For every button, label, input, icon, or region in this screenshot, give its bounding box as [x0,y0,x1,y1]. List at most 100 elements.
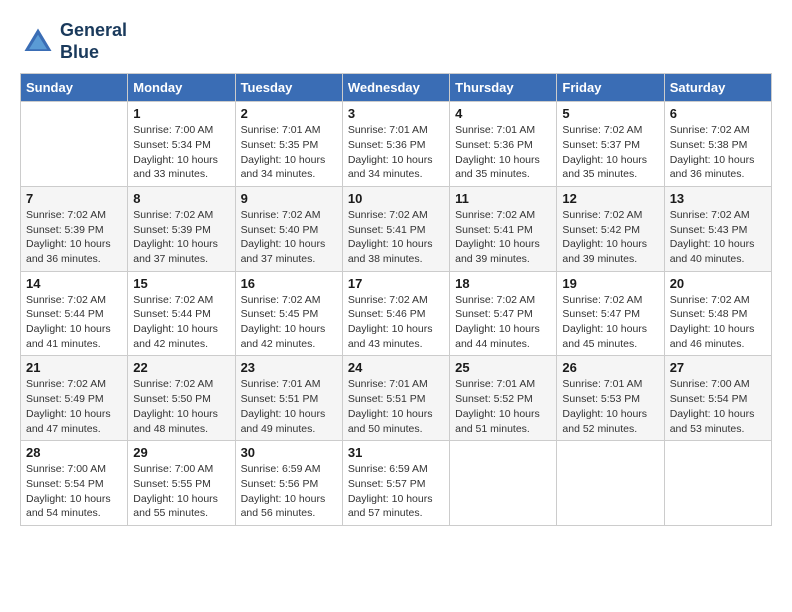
calendar-cell: 7 Sunrise: 7:02 AMSunset: 5:39 PMDaylight… [21,186,128,271]
day-info: Sunrise: 7:02 AMSunset: 5:49 PMDaylight:… [26,377,122,436]
calendar-table: SundayMondayTuesdayWednesdayThursdayFrid… [20,73,772,526]
calendar-cell: 4 Sunrise: 7:01 AMSunset: 5:36 PMDaylight… [450,102,557,187]
weekday-header-tuesday: Tuesday [235,74,342,102]
day-number: 28 [26,445,122,460]
day-info: Sunrise: 6:59 AMSunset: 5:56 PMDaylight:… [241,462,337,521]
weekday-header-saturday: Saturday [664,74,771,102]
weekday-header-thursday: Thursday [450,74,557,102]
day-info: Sunrise: 7:02 AMSunset: 5:47 PMDaylight:… [562,293,658,352]
day-number: 14 [26,276,122,291]
day-info: Sunrise: 7:00 AMSunset: 5:54 PMDaylight:… [26,462,122,521]
calendar-cell: 3 Sunrise: 7:01 AMSunset: 5:36 PMDaylight… [342,102,449,187]
day-info: Sunrise: 7:02 AMSunset: 5:42 PMDaylight:… [562,208,658,267]
day-info: Sunrise: 7:02 AMSunset: 5:47 PMDaylight:… [455,293,551,352]
calendar-cell: 12Sunrise: 7:02 AMSunset: 5:42 PMDayligh… [557,186,664,271]
calendar-cell [21,102,128,187]
day-number: 26 [562,360,658,375]
calendar-week-row: 28 Sunrise: 7:00 AMSunset: 5:54 PMDayligh… [21,441,772,526]
weekday-header-friday: Friday [557,74,664,102]
calendar-week-row: 1 Sunrise: 7:00 AMSunset: 5:34 PMDaylight… [21,102,772,187]
calendar-cell: 23 Sunrise: 7:01 AMSunset: 5:51 PMDayligh… [235,356,342,441]
day-info: Sunrise: 7:02 AMSunset: 5:40 PMDaylight:… [241,208,337,267]
day-number: 9 [241,191,337,206]
logo-icon [20,24,56,60]
day-info: Sunrise: 7:00 AMSunset: 5:54 PMDaylight:… [670,377,766,436]
day-number: 19 [562,276,658,291]
calendar-week-row: 7 Sunrise: 7:02 AMSunset: 5:39 PMDaylight… [21,186,772,271]
day-info: Sunrise: 7:00 AMSunset: 5:34 PMDaylight:… [133,123,229,182]
calendar-cell: 1 Sunrise: 7:00 AMSunset: 5:34 PMDaylight… [128,102,235,187]
calendar-cell: 9 Sunrise: 7:02 AMSunset: 5:40 PMDaylight… [235,186,342,271]
day-info: Sunrise: 7:01 AMSunset: 5:51 PMDaylight:… [348,377,444,436]
day-info: Sunrise: 7:01 AMSunset: 5:51 PMDaylight:… [241,377,337,436]
day-number: 21 [26,360,122,375]
day-number: 7 [26,191,122,206]
day-info: Sunrise: 7:02 AMSunset: 5:41 PMDaylight:… [348,208,444,267]
calendar-cell: 14 Sunrise: 7:02 AMSunset: 5:44 PMDayligh… [21,271,128,356]
calendar-cell: 19 Sunrise: 7:02 AMSunset: 5:47 PMDayligh… [557,271,664,356]
day-number: 10 [348,191,444,206]
day-info: Sunrise: 7:02 AMSunset: 5:48 PMDaylight:… [670,293,766,352]
calendar-week-row: 14 Sunrise: 7:02 AMSunset: 5:44 PMDayligh… [21,271,772,356]
calendar-header: SundayMondayTuesdayWednesdayThursdayFrid… [21,74,772,102]
day-info: Sunrise: 7:02 AMSunset: 5:44 PMDaylight:… [133,293,229,352]
calendar-cell: 11Sunrise: 7:02 AMSunset: 5:41 PMDayligh… [450,186,557,271]
weekday-header-monday: Monday [128,74,235,102]
day-info: Sunrise: 7:02 AMSunset: 5:38 PMDaylight:… [670,123,766,182]
calendar-cell: 24 Sunrise: 7:01 AMSunset: 5:51 PMDayligh… [342,356,449,441]
day-number: 3 [348,106,444,121]
calendar-cell: 22Sunrise: 7:02 AMSunset: 5:50 PMDayligh… [128,356,235,441]
day-info: Sunrise: 7:02 AMSunset: 5:39 PMDaylight:… [26,208,122,267]
day-info: Sunrise: 7:00 AMSunset: 5:55 PMDaylight:… [133,462,229,521]
day-number: 20 [670,276,766,291]
page-header: General Blue [20,20,772,63]
day-number: 1 [133,106,229,121]
day-number: 30 [241,445,337,460]
day-info: Sunrise: 6:59 AMSunset: 5:57 PMDaylight:… [348,462,444,521]
day-number: 23 [241,360,337,375]
day-number: 13 [670,191,766,206]
day-number: 17 [348,276,444,291]
weekday-header-sunday: Sunday [21,74,128,102]
calendar-week-row: 21 Sunrise: 7:02 AMSunset: 5:49 PMDayligh… [21,356,772,441]
day-number: 2 [241,106,337,121]
day-info: Sunrise: 7:02 AMSunset: 5:37 PMDaylight:… [562,123,658,182]
calendar-cell [450,441,557,526]
day-info: Sunrise: 7:01 AMSunset: 5:36 PMDaylight:… [348,123,444,182]
day-info: Sunrise: 7:01 AMSunset: 5:53 PMDaylight:… [562,377,658,436]
calendar-cell: 13 Sunrise: 7:02 AMSunset: 5:43 PMDayligh… [664,186,771,271]
day-number: 15 [133,276,229,291]
day-info: Sunrise: 7:02 AMSunset: 5:43 PMDaylight:… [670,208,766,267]
day-number: 18 [455,276,551,291]
calendar-cell: 31Sunrise: 6:59 AMSunset: 5:57 PMDayligh… [342,441,449,526]
day-info: Sunrise: 7:01 AMSunset: 5:36 PMDaylight:… [455,123,551,182]
day-number: 24 [348,360,444,375]
day-number: 22 [133,360,229,375]
day-number: 29 [133,445,229,460]
day-info: Sunrise: 7:02 AMSunset: 5:39 PMDaylight:… [133,208,229,267]
calendar-cell: 25Sunrise: 7:01 AMSunset: 5:52 PMDayligh… [450,356,557,441]
calendar-cell: 20 Sunrise: 7:02 AMSunset: 5:48 PMDayligh… [664,271,771,356]
weekday-header-wednesday: Wednesday [342,74,449,102]
day-number: 27 [670,360,766,375]
calendar-cell [664,441,771,526]
calendar-cell: 30 Sunrise: 6:59 AMSunset: 5:56 PMDayligh… [235,441,342,526]
calendar-cell: 28 Sunrise: 7:00 AMSunset: 5:54 PMDayligh… [21,441,128,526]
calendar-cell: 27 Sunrise: 7:00 AMSunset: 5:54 PMDayligh… [664,356,771,441]
calendar-cell: 8Sunrise: 7:02 AMSunset: 5:39 PMDaylight… [128,186,235,271]
calendar-cell [557,441,664,526]
day-number: 5 [562,106,658,121]
calendar-cell: 17Sunrise: 7:02 AMSunset: 5:46 PMDayligh… [342,271,449,356]
logo-text: General Blue [60,20,127,63]
calendar-cell: 16Sunrise: 7:02 AMSunset: 5:45 PMDayligh… [235,271,342,356]
day-info: Sunrise: 7:02 AMSunset: 5:44 PMDaylight:… [26,293,122,352]
weekday-header-row: SundayMondayTuesdayWednesdayThursdayFrid… [21,74,772,102]
day-number: 11 [455,191,551,206]
calendar-cell: 6 Sunrise: 7:02 AMSunset: 5:38 PMDaylight… [664,102,771,187]
calendar-body: 1 Sunrise: 7:00 AMSunset: 5:34 PMDaylight… [21,102,772,526]
calendar-cell: 2Sunrise: 7:01 AMSunset: 5:35 PMDaylight… [235,102,342,187]
day-number: 6 [670,106,766,121]
logo: General Blue [20,20,127,63]
day-number: 4 [455,106,551,121]
day-number: 16 [241,276,337,291]
